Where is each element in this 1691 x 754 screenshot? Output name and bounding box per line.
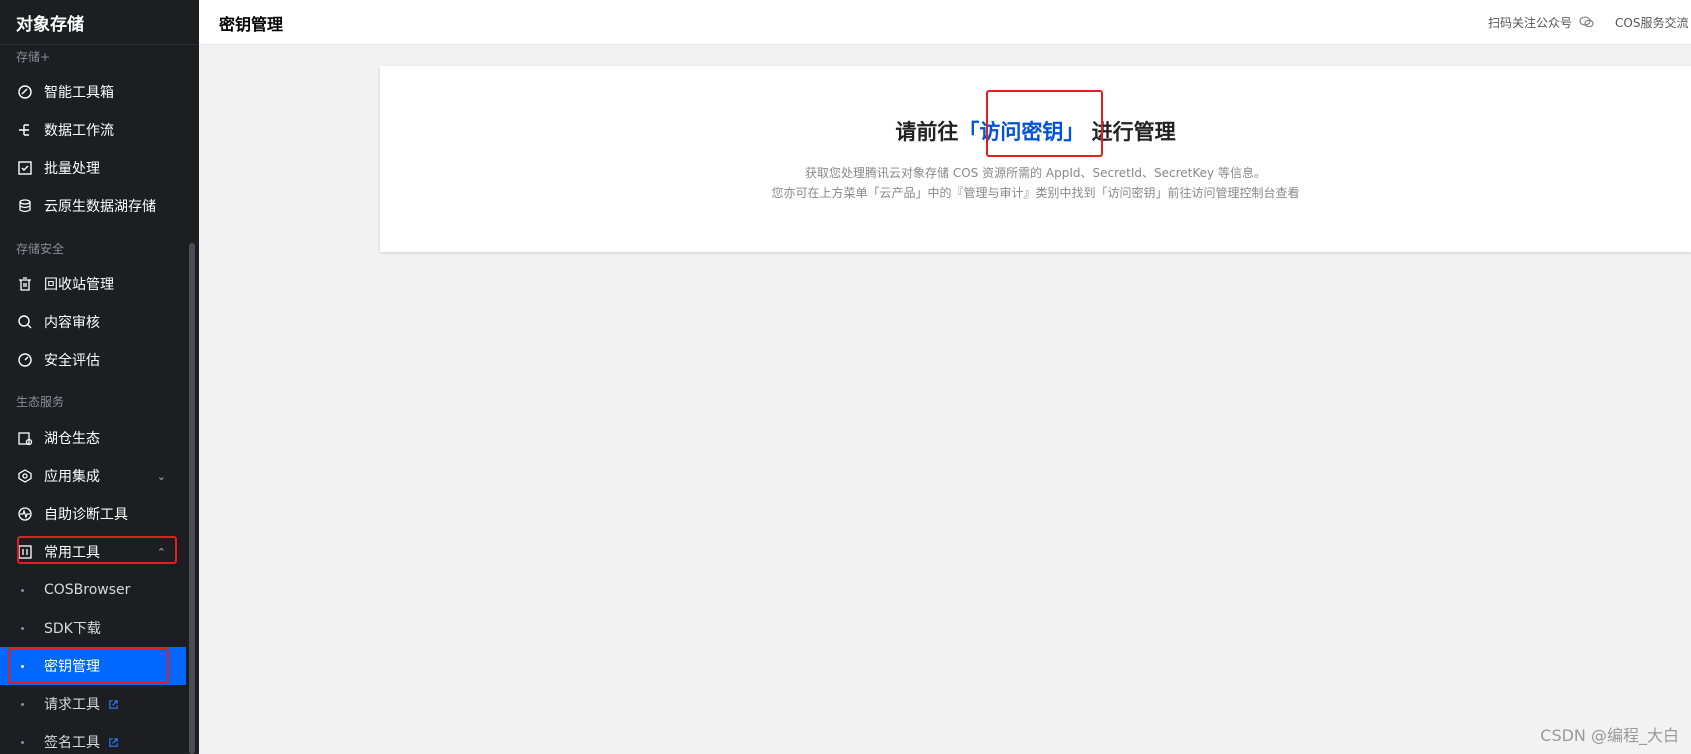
lakehouse-icon	[16, 429, 34, 447]
section-storage-security: 存储安全	[16, 242, 65, 256]
sidebar: 对象存储 存储+ 智能工具箱 数据工作流 批量处理 云原生数据湖存储 存储安全 …	[0, 0, 199, 754]
sidebar-subitem-label: 签名工具	[44, 735, 100, 751]
headline: 请前往「访问密钥」 进行管理	[380, 116, 1691, 146]
sidebar-title: 对象存储	[0, 0, 199, 45]
sidebar-item-label: 批量处理	[44, 161, 100, 177]
section-ecosystem: 生态服务	[16, 395, 65, 409]
page-title: 密钥管理	[219, 15, 284, 34]
sidebar-subitem-request-tool[interactable]: 请求工具	[0, 685, 186, 723]
database-icon	[16, 197, 34, 215]
sidebar-item-label: 常用工具	[44, 545, 100, 561]
external-link-icon	[108, 737, 119, 748]
bullet-icon	[21, 626, 24, 630]
sidebar-item-datalake[interactable]: 云原生数据湖存储	[0, 187, 186, 225]
sidebar-item-label: 内容审核	[44, 315, 100, 331]
headline-prefix: 请前往	[895, 120, 959, 144]
pulse-icon	[16, 505, 34, 523]
bullet-icon	[21, 702, 24, 706]
top-bar: 密钥管理 扫码关注公众号 COS服务交流	[199, 0, 1691, 45]
sidebar-item-workflow[interactable]: 数据工作流	[0, 111, 186, 149]
description-line-1: 获取您处理腾讯云对象存储 COS 资源所需的 AppId、SecretId、Se…	[805, 166, 1266, 180]
review-icon	[16, 313, 34, 331]
checkbox-icon	[16, 159, 34, 177]
sidebar-item-label: 应用集成	[44, 469, 100, 485]
sidebar-item-label: 回收站管理	[44, 277, 114, 293]
chevron-down-icon: ⌄	[156, 469, 166, 483]
sidebar-item-lakehouse[interactable]: 湖仓生态	[0, 419, 186, 457]
sidebar-subitem-label: 请求工具	[44, 697, 100, 713]
bullet-icon	[21, 664, 24, 668]
trash-icon	[16, 275, 34, 293]
watermark: CSDN @编程_大白	[1540, 726, 1679, 745]
sidebar-subitem-label: 密钥管理	[44, 659, 100, 675]
sidebar-item-batch[interactable]: 批量处理	[0, 149, 186, 187]
workflow-icon	[16, 121, 34, 139]
wechat-follow-link[interactable]: 扫码关注公众号	[1488, 14, 1594, 31]
sidebar-item-label: 数据工作流	[44, 123, 114, 139]
sidebar-item-toolbox[interactable]: 智能工具箱	[0, 73, 186, 111]
key-management-card: 请前往「访问密钥」 进行管理 获取您处理腾讯云对象存储 COS 资源所需的 Ap…	[380, 66, 1691, 252]
sidebar-subitem-label: COSBrowser	[44, 582, 131, 598]
description-line-2: 您亦可在上方菜单「云产品」中的『管理与审计』类别中找到「访问密钥」前往访问管理控…	[771, 186, 1300, 200]
chevron-up-icon: ⌃	[156, 545, 166, 559]
community-link[interactable]: COS服务交流	[1615, 14, 1688, 31]
wrench-icon	[16, 543, 34, 561]
sidebar-item-label: 自助诊断工具	[44, 507, 128, 523]
sidebar-item-review[interactable]: 内容审核	[0, 303, 186, 341]
sidebar-item-diagnosis[interactable]: 自助诊断工具	[0, 495, 186, 533]
bullet-icon	[21, 740, 24, 744]
sidebar-subitem-cosbrowser[interactable]: COSBrowser	[0, 571, 186, 609]
access-key-link[interactable]: 「访问密钥」	[958, 120, 1084, 144]
sidebar-subitem-sign-tool[interactable]: 签名工具	[0, 723, 186, 754]
sidebar-subitem-label: SDK下载	[44, 621, 101, 637]
external-link-icon	[108, 699, 119, 710]
gauge-icon	[16, 351, 34, 369]
toolbox-icon	[16, 83, 34, 101]
headline-suffix: 进行管理	[1091, 120, 1176, 144]
section-storage-plus: 存储+	[16, 50, 51, 64]
sidebar-scrollbar[interactable]	[189, 243, 195, 754]
sidebar-item-label: 安全评估	[44, 353, 100, 369]
sidebar-subitem-key-management[interactable]: 密钥管理	[0, 647, 186, 685]
wechat-icon	[1579, 16, 1594, 31]
bullet-icon	[21, 588, 24, 592]
wechat-follow-label: 扫码关注公众号	[1488, 16, 1573, 30]
sidebar-subitem-sdk[interactable]: SDK下载	[0, 609, 186, 647]
integration-icon	[16, 467, 34, 485]
sidebar-item-label: 云原生数据湖存储	[44, 199, 156, 215]
sidebar-item-security-eval[interactable]: 安全评估	[0, 341, 186, 379]
sidebar-item-common-tools[interactable]: 常用工具 ⌃	[0, 533, 186, 571]
sidebar-item-label: 智能工具箱	[44, 85, 114, 101]
sidebar-item-label: 湖仓生态	[44, 431, 100, 447]
sidebar-item-integration[interactable]: 应用集成 ⌄	[0, 457, 186, 495]
sidebar-item-recycle[interactable]: 回收站管理	[0, 265, 186, 303]
